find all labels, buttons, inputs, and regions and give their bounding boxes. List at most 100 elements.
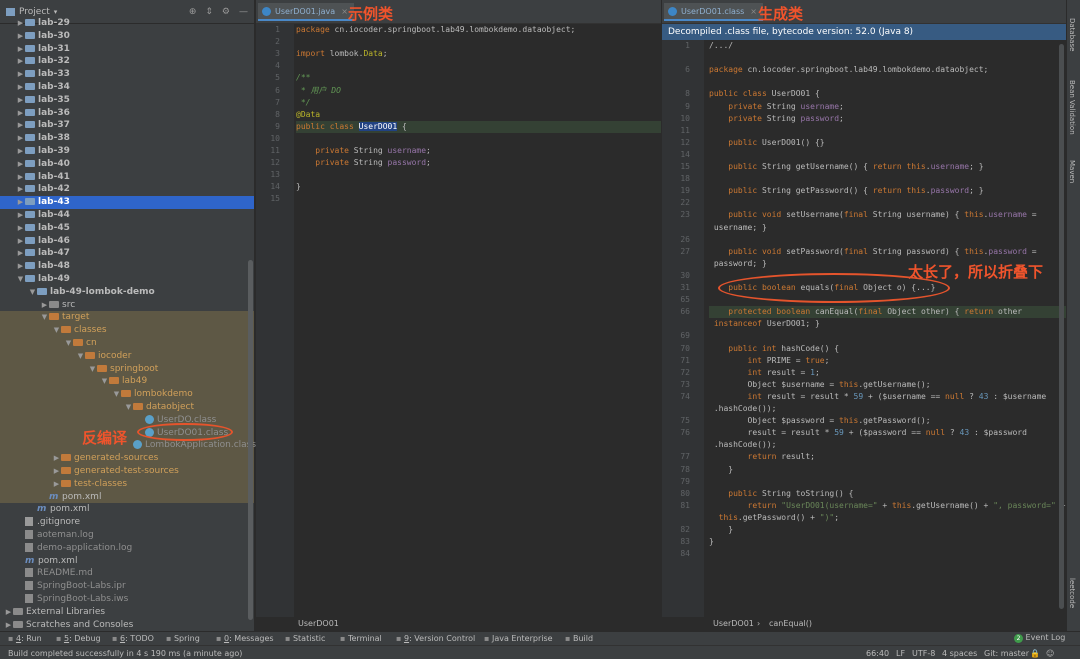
tab-userdo01-class[interactable]: UserDO01.class × (664, 3, 763, 21)
left-breadcrumb[interactable]: UserDO01 (298, 617, 339, 631)
expand-toggle-icon[interactable]: ▼ (40, 311, 49, 324)
tool-button-terminal[interactable]: ▪ Terminal (340, 634, 382, 643)
code-line[interactable]: * 用户 DO (296, 85, 661, 97)
tree-item[interactable]: demo-application.log (0, 542, 254, 555)
gear-icon[interactable]: ⚙ (222, 7, 230, 17)
code-line[interactable]: /.../ (709, 40, 1066, 52)
code-line[interactable]: package cn.iocoder.springboot.lab49.lomb… (709, 64, 1066, 76)
expand-toggle-icon[interactable]: ▶ (16, 30, 25, 43)
code-line[interactable]: public class UserDO01 { (296, 120, 661, 133)
expand-toggle-icon[interactable]: ▶ (16, 94, 25, 107)
tool-button-run[interactable]: ▪ 4: Run (8, 634, 42, 643)
tree-item[interactable]: ▼ dataobject (0, 401, 254, 414)
tree-item[interactable]: ▶ generated-sources (0, 452, 254, 465)
tree-item[interactable]: ▶ lab-39 (0, 145, 254, 158)
tool-button-todo[interactable]: ▪ 6: TODO (112, 634, 154, 643)
expand-toggle-icon[interactable]: ▶ (52, 465, 61, 478)
collapse-all-icon[interactable]: ⇕ (205, 7, 213, 17)
locate-icon[interactable]: ⊕ (189, 7, 197, 17)
code-line[interactable]: int result = 1; (709, 367, 1066, 379)
code-line[interactable]: */ (296, 97, 661, 109)
expand-toggle-icon[interactable]: ▶ (4, 619, 13, 632)
code-line[interactable]: } (709, 536, 1066, 548)
expand-toggle-icon[interactable]: ▶ (16, 196, 25, 209)
tree-item[interactable]: ▶ External Libraries (0, 606, 254, 619)
line-separator[interactable]: LF (896, 649, 905, 658)
code-line[interactable]: int result = result * 59 + ($username ==… (709, 391, 1066, 403)
expand-toggle-icon[interactable]: ▶ (16, 235, 25, 248)
tree-item[interactable]: SpringBoot-Labs.ipr (0, 580, 254, 593)
code-line[interactable]: public UserDO01() {} (709, 137, 1066, 149)
code-line[interactable] (709, 197, 1066, 209)
expand-toggle-icon[interactable]: ▶ (16, 145, 25, 158)
tree-item[interactable]: ▼ springboot (0, 362, 254, 376)
expand-toggle-icon[interactable]: ▶ (52, 478, 61, 491)
code-line[interactable]: public String getPassword() { return thi… (709, 185, 1066, 197)
code-line[interactable] (296, 193, 661, 205)
editor-scrollbar[interactable] (1059, 44, 1064, 609)
tree-item[interactable]: ▼ classes (0, 324, 254, 337)
close-icon[interactable]: × (341, 7, 348, 16)
tree-item[interactable]: ▶ lab-30 (0, 30, 254, 43)
tab-userdo01-java[interactable]: UserDO01.java × (258, 3, 354, 21)
expand-toggle-icon[interactable]: ▼ (100, 375, 109, 388)
tree-item[interactable]: ▶ lab-40 (0, 158, 254, 171)
tree-item[interactable]: README.md (0, 567, 254, 580)
right-breadcrumb-class[interactable]: UserDO01 (713, 617, 754, 631)
event-log-button[interactable]: 2 Event Log (1014, 633, 1065, 643)
tree-item[interactable]: ▼ lab-49-lombok-demo (0, 286, 254, 299)
expand-toggle-icon[interactable]: ▶ (52, 452, 61, 465)
tree-item[interactable]: ▼ cn (0, 337, 254, 350)
code-line[interactable]: result = result * 59 + ($password == nul… (709, 427, 1066, 439)
code-line[interactable] (709, 52, 1066, 64)
tool-button-statistic[interactable]: ▪ Statistic (285, 634, 325, 643)
inspector-icon[interactable]: ☺ (1046, 649, 1054, 658)
expand-toggle-icon[interactable]: ▶ (16, 247, 25, 260)
code-line[interactable]: protected boolean canEqual(final Object … (709, 306, 1066, 319)
tree-item[interactable]: ▶ lab-47 (0, 247, 254, 260)
tree-item[interactable]: ▶ lab-45 (0, 222, 254, 235)
tree-item[interactable]: .gitignore (0, 516, 254, 529)
close-icon[interactable]: × (750, 7, 757, 16)
expand-toggle-icon[interactable]: ▼ (16, 273, 25, 286)
expand-toggle-icon[interactable]: ▶ (16, 68, 25, 81)
code-line[interactable]: Object $password = this.getPassword(); (709, 415, 1066, 427)
code-line[interactable]: import lombok.Data; (296, 48, 661, 60)
tree-item[interactable]: ▶ lab-33 (0, 68, 254, 81)
tree-item[interactable]: ▼ lab49 (0, 375, 254, 389)
code-line[interactable] (709, 234, 1066, 246)
expand-toggle-icon[interactable]: ▼ (28, 286, 37, 299)
expand-toggle-icon[interactable]: ▶ (16, 119, 25, 132)
tree-item[interactable]: ▶ lab-36 (0, 107, 254, 120)
tree-item[interactable]: ▶ lab-35 (0, 94, 254, 107)
tree-item[interactable]: ▼ iocoder (0, 349, 254, 363)
expand-toggle-icon[interactable]: ▶ (4, 606, 13, 619)
code-line[interactable]: } (296, 181, 661, 193)
code-line[interactable] (296, 133, 661, 145)
tree-item[interactable]: ▶ test-classes (0, 477, 254, 491)
code-line[interactable] (296, 169, 661, 181)
expand-toggle-icon[interactable]: ▼ (52, 324, 61, 337)
expand-toggle-icon[interactable]: ▼ (76, 350, 85, 363)
tool-window-bean-validation[interactable]: Bean Validation (1068, 80, 1076, 135)
tree-item[interactable]: aoteman.log (0, 529, 254, 542)
tree-item[interactable]: ▶ lab-48 (0, 260, 254, 273)
code-line[interactable] (709, 173, 1066, 185)
expand-toggle-icon[interactable]: ▶ (16, 81, 25, 94)
tree-item[interactable]: ▶ lab-42 (0, 183, 254, 196)
tree-item[interactable]: ▼ lab-49 (0, 273, 254, 286)
expand-toggle-icon[interactable]: ▶ (16, 209, 25, 222)
code-line[interactable]: package cn.iocoder.springboot.lab49.lomb… (296, 24, 661, 36)
tree-item[interactable]: m pom.xml (0, 555, 254, 568)
chevron-down-icon[interactable]: ▾ (54, 8, 58, 16)
expand-toggle-icon[interactable]: ▶ (16, 17, 25, 30)
tree-item[interactable]: ▶ lab-38 (0, 132, 254, 145)
tool-window-database[interactable]: Database (1068, 18, 1076, 51)
code-line[interactable]: instanceof UserDO01; } (709, 318, 1066, 330)
expand-toggle-icon[interactable]: ▼ (88, 363, 97, 376)
tree-item[interactable]: ▶ src (0, 299, 254, 312)
code-line[interactable] (709, 330, 1066, 342)
code-line[interactable]: this.getPassword() + ")"; (709, 512, 1066, 524)
code-line[interactable]: private String password; (709, 113, 1066, 125)
code-line[interactable]: public class UserDO01 { (709, 88, 1066, 100)
